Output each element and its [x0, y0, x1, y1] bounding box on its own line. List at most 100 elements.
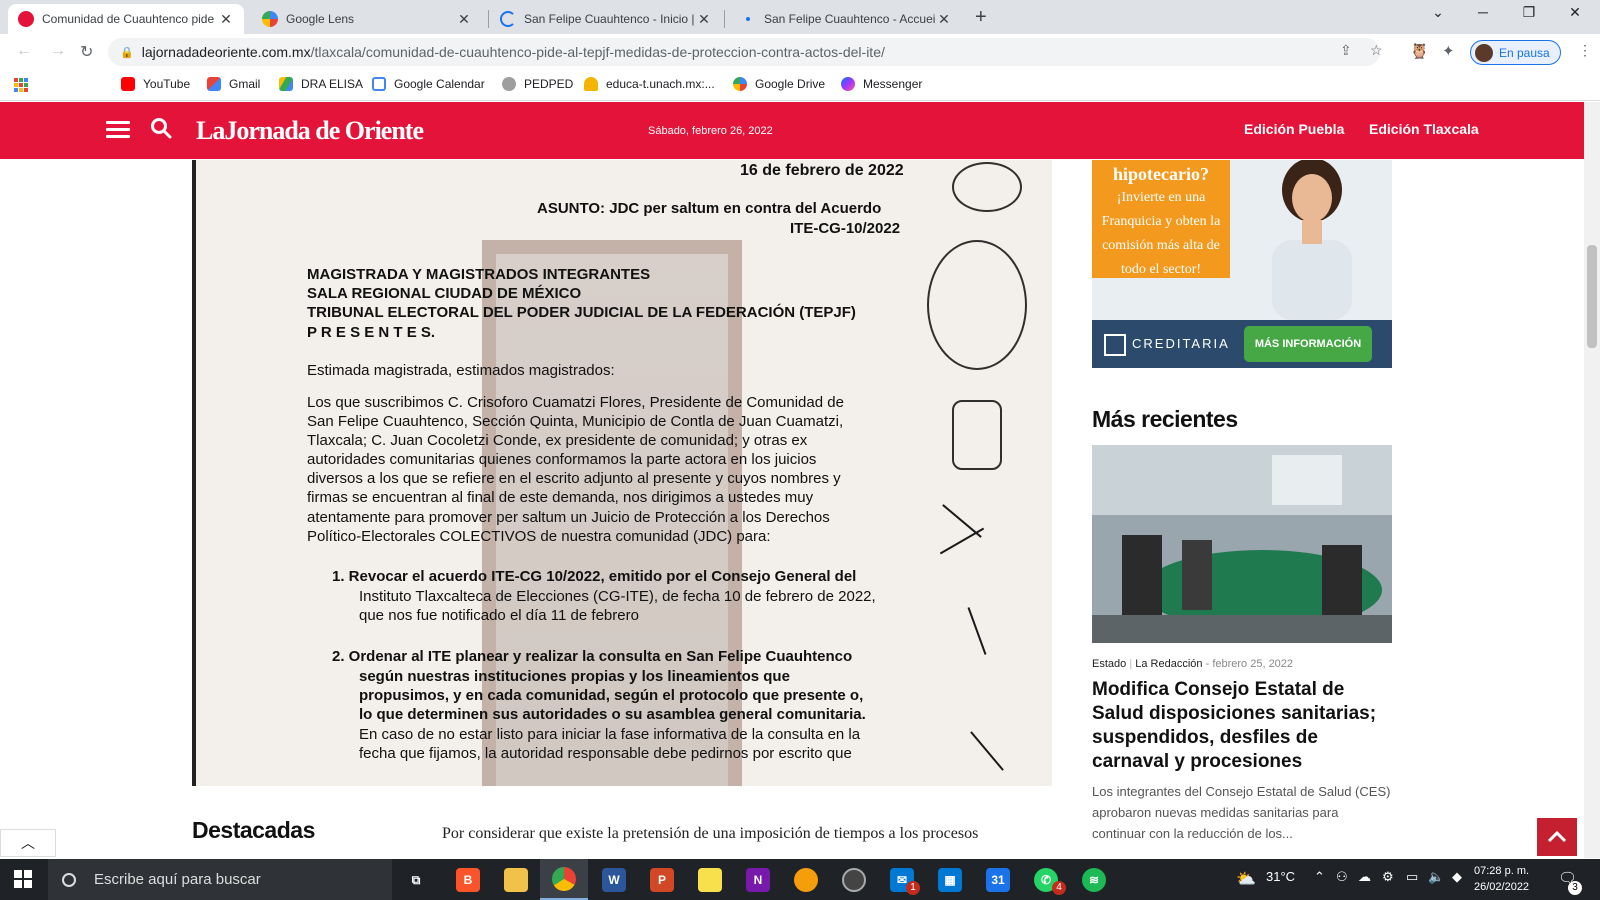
- url-host: lajornadadeoriente.com.mx: [141, 44, 311, 60]
- ad-text-line: Franquicia y obten la: [1101, 214, 1221, 229]
- windows-start-icon[interactable]: [14, 870, 32, 888]
- restore-button[interactable]: ❐: [1506, 4, 1552, 21]
- hamburger-menu-icon[interactable]: [106, 121, 130, 139]
- word-icon[interactable]: W: [602, 868, 626, 892]
- temperature[interactable]: 31°C: [1266, 869, 1295, 884]
- bookmark-google-calendar[interactable]: Google Calendar: [372, 77, 485, 91]
- share-icon[interactable]: ⇪: [1340, 42, 1352, 59]
- spotify-icon[interactable]: ≋: [1082, 868, 1106, 892]
- app-tray-icon[interactable]: ⚙: [1382, 869, 1394, 885]
- network-icon[interactable]: ▭: [1406, 869, 1418, 885]
- ad-text-line: todo el sector!: [1120, 262, 1202, 277]
- article-meta: Estado | La Redacción - febrero 25, 2022: [1092, 658, 1294, 670]
- edicion-puebla-link[interactable]: Edición Puebla: [1244, 121, 1344, 137]
- profile-status: En pausa: [1499, 45, 1550, 60]
- article-excerpt: Los integrantes del Consejo Estatal de S…: [1092, 784, 1391, 841]
- back-arrow-icon[interactable]: ←: [16, 42, 32, 60]
- bookmark-pedped[interactable]: PEDPED: [502, 77, 573, 91]
- address-bar[interactable]: 🔒 lajornadadeoriente.com.mx/tlaxcala/com…: [108, 38, 1380, 66]
- edicion-tlaxcala-link[interactable]: Edición Tlaxcala: [1369, 121, 1479, 137]
- signature-mark: [952, 162, 1022, 212]
- taskbar-search[interactable]: Escribe aquí para buscar: [48, 859, 392, 900]
- ad-question: hipotecario?: [1113, 164, 1209, 184]
- media-player-icon[interactable]: [842, 868, 866, 892]
- new-tab-button[interactable]: +: [975, 6, 987, 29]
- extensions-puzzle-icon[interactable]: ✦: [1442, 42, 1455, 60]
- tray-chevron-icon[interactable]: ⌃: [1314, 869, 1325, 885]
- weather-icon[interactable]: ⛅: [1236, 869, 1256, 889]
- close-tab-icon[interactable]: ✕: [218, 11, 234, 28]
- close-window-button[interactable]: ✕: [1552, 4, 1598, 21]
- tab-google-lens[interactable]: Google Lens ✕: [252, 4, 482, 34]
- article-title-link[interactable]: Modifica Consejo Estatal de Salud dispos…: [1092, 678, 1392, 774]
- doc-edge: [192, 160, 196, 786]
- windows-taskbar: Escribe aquí para buscar ⧉ B W P N ✉ 1 ▦…: [0, 859, 1600, 900]
- search-icon[interactable]: [150, 117, 172, 139]
- close-tab-icon[interactable]: ✕: [456, 11, 472, 28]
- document-line: lo que determinen sus autoridades o su a…: [359, 706, 866, 723]
- dropbox-icon[interactable]: ◆: [1452, 869, 1462, 885]
- tab-san-felipe-inicio[interactable]: San Felipe Cuauhtenco - Inicio | F ✕: [490, 4, 722, 34]
- creditaria-ad[interactable]: hipotecario? ¡Invierte en una Franquicia…: [1092, 160, 1392, 368]
- powerpoint-icon[interactable]: P: [650, 868, 674, 892]
- bookmark-label: educa-t.unach.mx:...: [606, 77, 715, 91]
- ad-brand: CREDITARIA: [1132, 336, 1230, 351]
- volume-icon[interactable]: 🔈: [1428, 869, 1444, 885]
- minimize-button[interactable]: ─: [1460, 4, 1506, 20]
- forward-arrow-icon[interactable]: →: [50, 42, 66, 60]
- close-tab-icon[interactable]: ✕: [696, 11, 712, 28]
- chrome-taskbar-icon[interactable]: [540, 859, 588, 900]
- mas-informacion-button[interactable]: MÁS INFORMACIÓN: [1244, 326, 1372, 362]
- signature-mark: [939, 527, 985, 555]
- site-logo[interactable]: LaJornada de Oriente: [196, 116, 424, 146]
- close-tab-icon[interactable]: ✕: [936, 11, 952, 28]
- article-category[interactable]: Estado: [1092, 658, 1126, 670]
- document-image: 16 de febrero de 2022 ASUNTO: JDC per sal…: [192, 160, 1052, 786]
- tab-san-felipe-accueil[interactable]: San Felipe Cuauhtenco - Accueil ✕: [730, 4, 962, 34]
- system-clock[interactable]: 07:28 p. m. 26/02/2022: [1474, 863, 1529, 895]
- signature-mark: [927, 240, 1027, 370]
- bookmark-star-icon[interactable]: ☆: [1370, 42, 1383, 59]
- article-author[interactable]: La Redacción: [1135, 658, 1202, 670]
- bookmark-youtube[interactable]: YouTube: [121, 77, 190, 91]
- tray-app-icon[interactable]: ⚇: [1336, 869, 1348, 885]
- ad-woman-image: [1272, 160, 1352, 320]
- bookmark-label: YouTube: [143, 77, 191, 91]
- document-line: San Felipe Cuauhtenco, Sección Quinta, M…: [307, 413, 844, 430]
- brave-icon[interactable]: B: [456, 868, 480, 892]
- document-line: atentamente para promover per saltum un …: [307, 509, 830, 526]
- document-line: 1. Revocar el acuerdo ITE-CG 10/2022, em…: [332, 568, 857, 585]
- task-view-icon[interactable]: ⧉: [404, 868, 428, 892]
- document-line: ASUNTO: JDC per saltum en contra del Acu…: [537, 200, 882, 217]
- vpn-shield-icon[interactable]: [794, 868, 818, 892]
- onenote-icon[interactable]: N: [746, 868, 770, 892]
- google-calendar-icon[interactable]: 31: [986, 868, 1010, 892]
- back-to-top-button[interactable]: [1537, 818, 1577, 856]
- scroll-up-chevron-icon[interactable]: ︿: [0, 829, 56, 857]
- article-photo[interactable]: [1092, 445, 1392, 643]
- file-explorer-icon[interactable]: [504, 868, 528, 892]
- mail-badge: 1: [906, 881, 920, 895]
- bookmark-dra-elisa[interactable]: DRA ELISA: [279, 77, 363, 91]
- profile-button[interactable]: En pausa: [1470, 40, 1561, 65]
- tab-separator: [724, 10, 725, 28]
- tab-search-chevron-icon[interactable]: ⌄: [1415, 4, 1461, 21]
- page-scrollbar[interactable]: [1584, 102, 1600, 858]
- menu-kebab-icon[interactable]: ⋮: [1578, 42, 1592, 59]
- bookmark-google-drive[interactable]: Google Drive: [733, 77, 825, 91]
- bookmark-messenger[interactable]: Messenger: [841, 77, 922, 91]
- onedrive-icon[interactable]: ☁: [1358, 869, 1371, 885]
- bookmark-educa-t[interactable]: educa-t.unach.mx:...: [584, 77, 715, 91]
- sticky-notes-icon[interactable]: [698, 868, 722, 892]
- bookmark-label: DRA ELISA: [301, 77, 364, 91]
- youtube-icon: [121, 77, 135, 91]
- owl-extension-icon[interactable]: 🦉: [1410, 42, 1429, 60]
- calendar-icon[interactable]: ▦: [938, 868, 962, 892]
- tab-comunidad[interactable]: Comunidad de Cuauhtenco pide ✕: [8, 4, 244, 34]
- apps-grid-icon[interactable]: [14, 78, 28, 92]
- reload-icon[interactable]: ↻: [80, 42, 93, 62]
- article-date: febrero 25, 2022: [1212, 658, 1294, 670]
- document-line: Instituto Tlaxcalteca de Elecciones (CG-…: [359, 588, 876, 605]
- bookmark-gmail[interactable]: Gmail: [207, 77, 260, 91]
- scrollbar-thumb[interactable]: [1587, 245, 1597, 348]
